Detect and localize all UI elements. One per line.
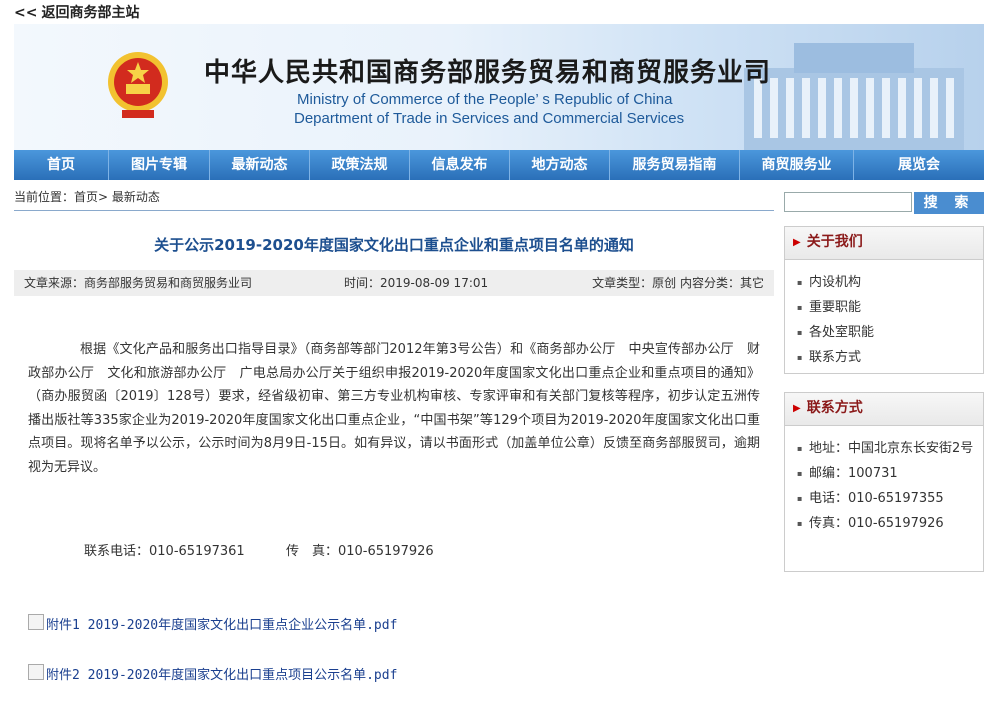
triangle-right-icon: ▶: [793, 237, 801, 248]
sidebar-contact-title: 联系方式: [806, 400, 863, 416]
sidebar-item-contact[interactable]: 联系方式: [797, 345, 975, 370]
sidebar-contact-box: ▶ 联系方式 地址：中国北京东长安街2号 邮编：100731 电话：010-651…: [784, 392, 984, 572]
broken-image-icon: [28, 664, 44, 680]
nav-local-news[interactable]: 地方动态: [510, 150, 610, 180]
search-input[interactable]: [784, 192, 912, 212]
nav-photo-album[interactable]: 图片专辑: [109, 150, 210, 180]
breadcrumb[interactable]: 当前位置：首页> 最新动态: [14, 188, 160, 205]
site-title-chinese: 中华人民共和国商务部服务贸易和商贸服务业司: [204, 58, 772, 88]
back-link-label: 返回商务部主站: [41, 5, 140, 21]
nav-exhibitions[interactable]: 展览会: [854, 150, 984, 180]
contact-phone: 电话：010-65197355: [797, 486, 975, 511]
article-source: 文章来源：商务部服务贸易和商贸服务业司: [24, 276, 253, 290]
nav-trade-guide[interactable]: 服务贸易指南: [610, 150, 740, 180]
site-title-english-line2: Department of Trade in Services and Comm…: [294, 110, 685, 127]
attachment-label-2: 附件2 2019-2020年度国家文化出口重点项目公示名单.pdf: [46, 668, 398, 683]
sidebar-about-box: ▶ 关于我们 内设机构 重要职能 各处室职能 联系方式: [784, 226, 984, 374]
attachment-link-2[interactable]: 附件2 2019-2020年度国家文化出口重点项目公示名单.pdf: [28, 664, 397, 683]
article-contact: 联系电话：010-65197361 传 真：010-65197926: [84, 544, 434, 559]
back-to-main-site-link[interactable]: << 返回商务部主站: [14, 2, 139, 22]
nav-commercial-services[interactable]: 商贸服务业: [740, 150, 854, 180]
attachment-link-1[interactable]: 附件1 2019-2020年度国家文化出口重点企业公示名单.pdf: [28, 614, 397, 633]
nav-policies[interactable]: 政策法规: [310, 150, 410, 180]
sidebar-item-division-functions[interactable]: 各处室职能: [797, 320, 975, 345]
article-body: 根据《文化产品和服务出口指导目录》（商务部等部门2012年第3号公告）和《商务部…: [28, 342, 760, 475]
contact-postcode: 邮编：100731: [797, 461, 975, 486]
article-meta-bar: 文章来源：商务部服务贸易和商贸服务业司 时间：2019-08-09 17:01 …: [14, 270, 774, 296]
broken-image-icon: [28, 614, 44, 630]
site-banner: 中华人民共和国商务部服务贸易和商贸服务业司 Ministry of Commer…: [14, 24, 984, 150]
triangle-right-icon: ▶: [793, 403, 801, 414]
breadcrumb-divider: [14, 210, 774, 211]
attachment-label-1: 附件1 2019-2020年度国家文化出口重点企业公示名单.pdf: [46, 618, 398, 633]
double-chevron-left-icon: <<: [14, 5, 38, 21]
site-title-english-line1: Ministry of Commerce of the People’ s Re…: [297, 91, 673, 108]
sidebar-about-title: 关于我们: [806, 234, 863, 250]
sidebar-item-functions[interactable]: 重要职能: [797, 295, 975, 320]
sidebar-item-departments[interactable]: 内设机构: [797, 270, 975, 295]
nav-home[interactable]: 首页: [14, 150, 109, 180]
national-emblem-icon: [108, 52, 168, 118]
sidebar-contact-header: ▶ 联系方式: [785, 393, 983, 426]
search-button[interactable]: 搜 索: [914, 192, 984, 214]
sidebar-about-header: ▶ 关于我们: [785, 227, 983, 260]
article-type: 文章类型：原创 内容分类：其它: [592, 276, 764, 290]
nav-latest-news[interactable]: 最新动态: [210, 150, 310, 180]
article-title: 关于公示2019-2020年度国家文化出口重点企业和重点项目名单的通知: [154, 236, 634, 254]
nav-releases[interactable]: 信息发布: [410, 150, 510, 180]
article-time: 时间：2019-08-09 17:01: [344, 276, 489, 290]
contact-address: 地址：中国北京东长安街2号: [797, 436, 975, 461]
contact-fax: 传真：010-65197926: [797, 511, 975, 536]
main-nav: 首页 图片专辑 最新动态 政策法规 信息发布 地方动态 服务贸易指南 商贸服务业…: [14, 150, 984, 180]
